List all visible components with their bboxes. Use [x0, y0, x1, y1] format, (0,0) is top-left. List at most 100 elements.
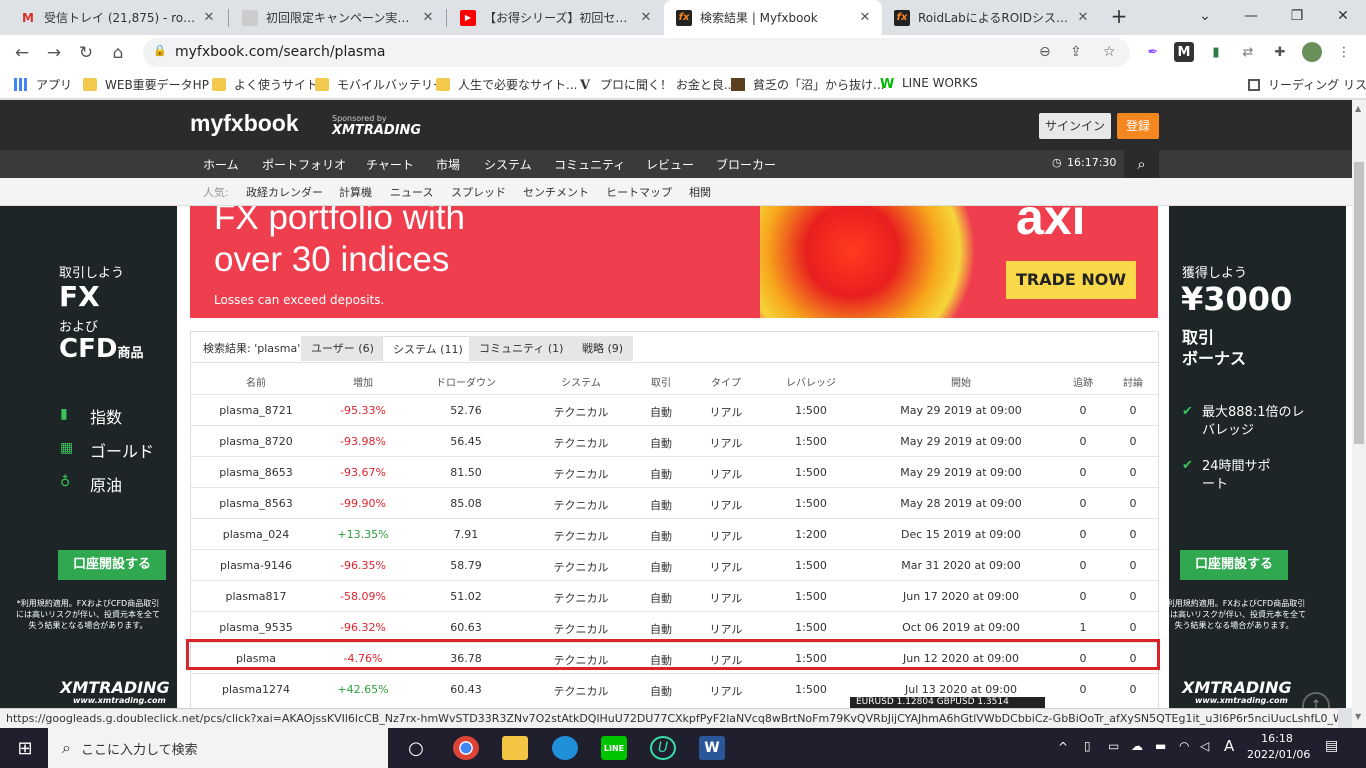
- close-icon[interactable]: ✕: [1076, 10, 1090, 25]
- cell-name[interactable]: plasma_9535: [206, 621, 306, 634]
- reload-icon[interactable]: ↻: [73, 40, 99, 66]
- forward-icon[interactable]: →: [41, 40, 67, 66]
- tab-strategies[interactable]: 戦略 (9): [572, 336, 634, 361]
- subnav-correlation[interactable]: 相関: [689, 184, 711, 200]
- nav-review[interactable]: レビュー: [646, 156, 694, 173]
- myfxbook-logo[interactable]: myfxbook: [190, 110, 299, 137]
- bookmark-folder[interactable]: モバイルバッテリー: [315, 76, 445, 93]
- table-row[interactable]: plasma817 -58.09% 51.02 テクニカル 自動 リアル 1:500 Jun …: [191, 580, 1158, 611]
- table-row[interactable]: plasma_8653 -93.67% 81.50 テクニカル 自動 リアル 1:500 Ma…: [191, 456, 1158, 487]
- pen-extension-icon[interactable]: ✒: [1143, 42, 1163, 62]
- nav-system[interactable]: システム: [484, 156, 532, 173]
- tray-meet-icon[interactable]: ▭: [1108, 739, 1119, 753]
- nav-market[interactable]: 市場: [436, 156, 460, 173]
- column-header-leverage[interactable]: レバレッジ: [771, 374, 851, 389]
- tray-volume-icon[interactable]: ◁: [1200, 739, 1209, 753]
- chrome-icon[interactable]: [453, 736, 479, 760]
- scrollbar-thumb[interactable]: [1354, 162, 1364, 444]
- tab-users[interactable]: ユーザー (6): [301, 336, 384, 361]
- word-icon[interactable]: W: [699, 736, 725, 760]
- m-extension-icon[interactable]: M: [1174, 42, 1194, 62]
- subnav-news[interactable]: ニュース: [390, 184, 433, 200]
- cell-name[interactable]: plasma_8653: [206, 466, 306, 479]
- column-header-system[interactable]: システム: [531, 374, 631, 389]
- ulauncher-icon[interactable]: U: [650, 736, 676, 760]
- tab-campaign[interactable]: 初回限定キャンペーン実施中 | ア ✕: [230, 0, 445, 35]
- column-header-name[interactable]: 名前: [206, 374, 306, 389]
- table-row[interactable]: plasma-9146 -96.35% 58.79 テクニカル 自動 リアル 1:500 Ma…: [191, 549, 1158, 580]
- share-icon[interactable]: ⇪: [1070, 44, 1082, 60]
- cell-name[interactable]: plasma_8721: [206, 404, 306, 417]
- close-icon[interactable]: ✕: [202, 10, 216, 25]
- home-icon[interactable]: ⌂: [105, 40, 131, 66]
- extensions-puzzle-icon[interactable]: ✚: [1270, 42, 1290, 62]
- translate-extension-icon[interactable]: ⇄: [1238, 42, 1258, 62]
- search-icon[interactable]: ⌕: [1124, 150, 1159, 178]
- edge-icon[interactable]: [552, 736, 578, 760]
- page-scrollbar[interactable]: ▲ ▼: [1352, 100, 1366, 728]
- tray-device-icon[interactable]: ▯: [1084, 739, 1091, 753]
- column-header-drawdown[interactable]: ドローダウン: [423, 374, 509, 389]
- zoom-icon[interactable]: ⊖: [1039, 44, 1051, 60]
- tab-youtube[interactable]: ▶ 【お得シリーズ】初回セッション(本 ✕: [448, 0, 663, 35]
- table-row[interactable]: plasma_8721 -95.33% 52.76 テクニカル 自動 リアル 1:500 Ma…: [191, 394, 1158, 425]
- trade-now-button[interactable]: TRADE NOW: [1006, 261, 1136, 299]
- menu-dots-icon[interactable]: ⋮: [1334, 42, 1354, 62]
- subnav-calculator[interactable]: 計算機: [339, 184, 372, 200]
- scroll-top-icon[interactable]: ↑: [1302, 692, 1330, 708]
- bookmark-link[interactable]: 貧乏の「沼」から抜け...: [731, 76, 884, 93]
- register-button[interactable]: 登録: [1117, 113, 1159, 139]
- subnav-calendar[interactable]: 政経カレンダー: [246, 184, 323, 200]
- tab-roidlab[interactable]: fx RoidLabによるROIDシステム | M ✕: [882, 0, 1100, 35]
- taskbar-clock[interactable]: 16:18 2022/01/06: [1247, 731, 1310, 763]
- column-header-track[interactable]: 追跡: [1063, 374, 1103, 389]
- close-window-button[interactable]: ✕: [1320, 0, 1366, 32]
- profile-avatar[interactable]: [1302, 42, 1322, 62]
- close-icon[interactable]: ✕: [421, 10, 435, 25]
- ime-indicator[interactable]: A: [1224, 737, 1234, 755]
- subnav-heatmap[interactable]: ヒートマップ: [606, 184, 672, 200]
- signin-button[interactable]: サインイン: [1039, 113, 1111, 139]
- right-ad-banner[interactable]: 獲得しよう ¥3000 取引 ボーナス ✔ 最大888:1倍のレバレッジ ✔ 2…: [1169, 206, 1346, 708]
- bookmark-link[interactable]: V プロに聞く！ お金と良...: [580, 76, 735, 93]
- line-icon[interactable]: LINE: [601, 736, 627, 760]
- chart-extension-icon[interactable]: ▮: [1206, 42, 1226, 62]
- subnav-sentiment[interactable]: センチメント: [523, 184, 589, 200]
- column-header-gain[interactable]: 増加: [328, 374, 398, 389]
- nav-home[interactable]: ホーム: [203, 156, 239, 173]
- bookmark-folder[interactable]: 人生で必要なサイト...: [436, 76, 577, 93]
- nav-broker[interactable]: ブローカー: [716, 156, 776, 173]
- tray-cloud-icon[interactable]: ☁: [1131, 739, 1143, 753]
- cell-name[interactable]: plasma817: [206, 590, 306, 603]
- table-row[interactable]: plasma_8563 -99.90% 85.08 テクニカル 自動 リアル 1:500 Ma…: [191, 487, 1158, 518]
- tray-wifi-icon[interactable]: ◠: [1179, 739, 1189, 753]
- tab-systems[interactable]: システム (11): [382, 336, 474, 361]
- close-icon[interactable]: ✕: [858, 10, 872, 25]
- windows-start-icon[interactable]: ⊞: [12, 736, 38, 760]
- cell-name[interactable]: plasma_8720: [206, 435, 306, 448]
- bookmark-apps[interactable]: アプリ: [14, 76, 72, 93]
- tab-community[interactable]: コミュニティ (1): [469, 336, 574, 361]
- cell-name[interactable]: plasma_024: [206, 528, 306, 541]
- close-icon[interactable]: ✕: [639, 10, 653, 25]
- cell-name[interactable]: plasma-9146: [206, 559, 306, 572]
- bookmark-star-icon[interactable]: ☆: [1103, 44, 1116, 60]
- open-account-button[interactable]: 口座開設する: [1180, 550, 1288, 580]
- notification-icon[interactable]: ▤: [1325, 738, 1338, 754]
- left-ad-banner[interactable]: 取引しよう FX および CFD商品 ▮ 指数 ▦ ゴールド ♁ 原油 口座開設…: [0, 206, 177, 708]
- nav-community[interactable]: コミュニティ: [554, 156, 625, 173]
- axi-ad-banner[interactable]: FX portfolio with over 30 indices Losses…: [190, 206, 1158, 318]
- bookmark-folder[interactable]: WEB重要データHP: [83, 76, 209, 93]
- scroll-down-icon[interactable]: ▼: [1355, 712, 1361, 721]
- bookmark-link[interactable]: W LINE WORKS: [880, 76, 978, 92]
- maximize-button[interactable]: ❐: [1274, 0, 1320, 32]
- cell-name[interactable]: plasma1274: [206, 683, 306, 696]
- scroll-up-icon[interactable]: ▲: [1355, 104, 1361, 113]
- reading-list[interactable]: リーディング リスト: [1248, 76, 1366, 93]
- tab-gmail[interactable]: M 受信トレイ (21,875) - road.to.w ✕: [8, 0, 226, 35]
- table-row[interactable]: plasma_024 +13.35% 7.91 テクニカル 自動 リアル 1:200 Dec …: [191, 518, 1158, 549]
- nav-charts[interactable]: チャート: [366, 156, 414, 173]
- file-explorer-icon[interactable]: [502, 736, 528, 760]
- cell-name[interactable]: plasma_8563: [206, 497, 306, 510]
- open-account-button[interactable]: 口座開設する: [58, 550, 166, 580]
